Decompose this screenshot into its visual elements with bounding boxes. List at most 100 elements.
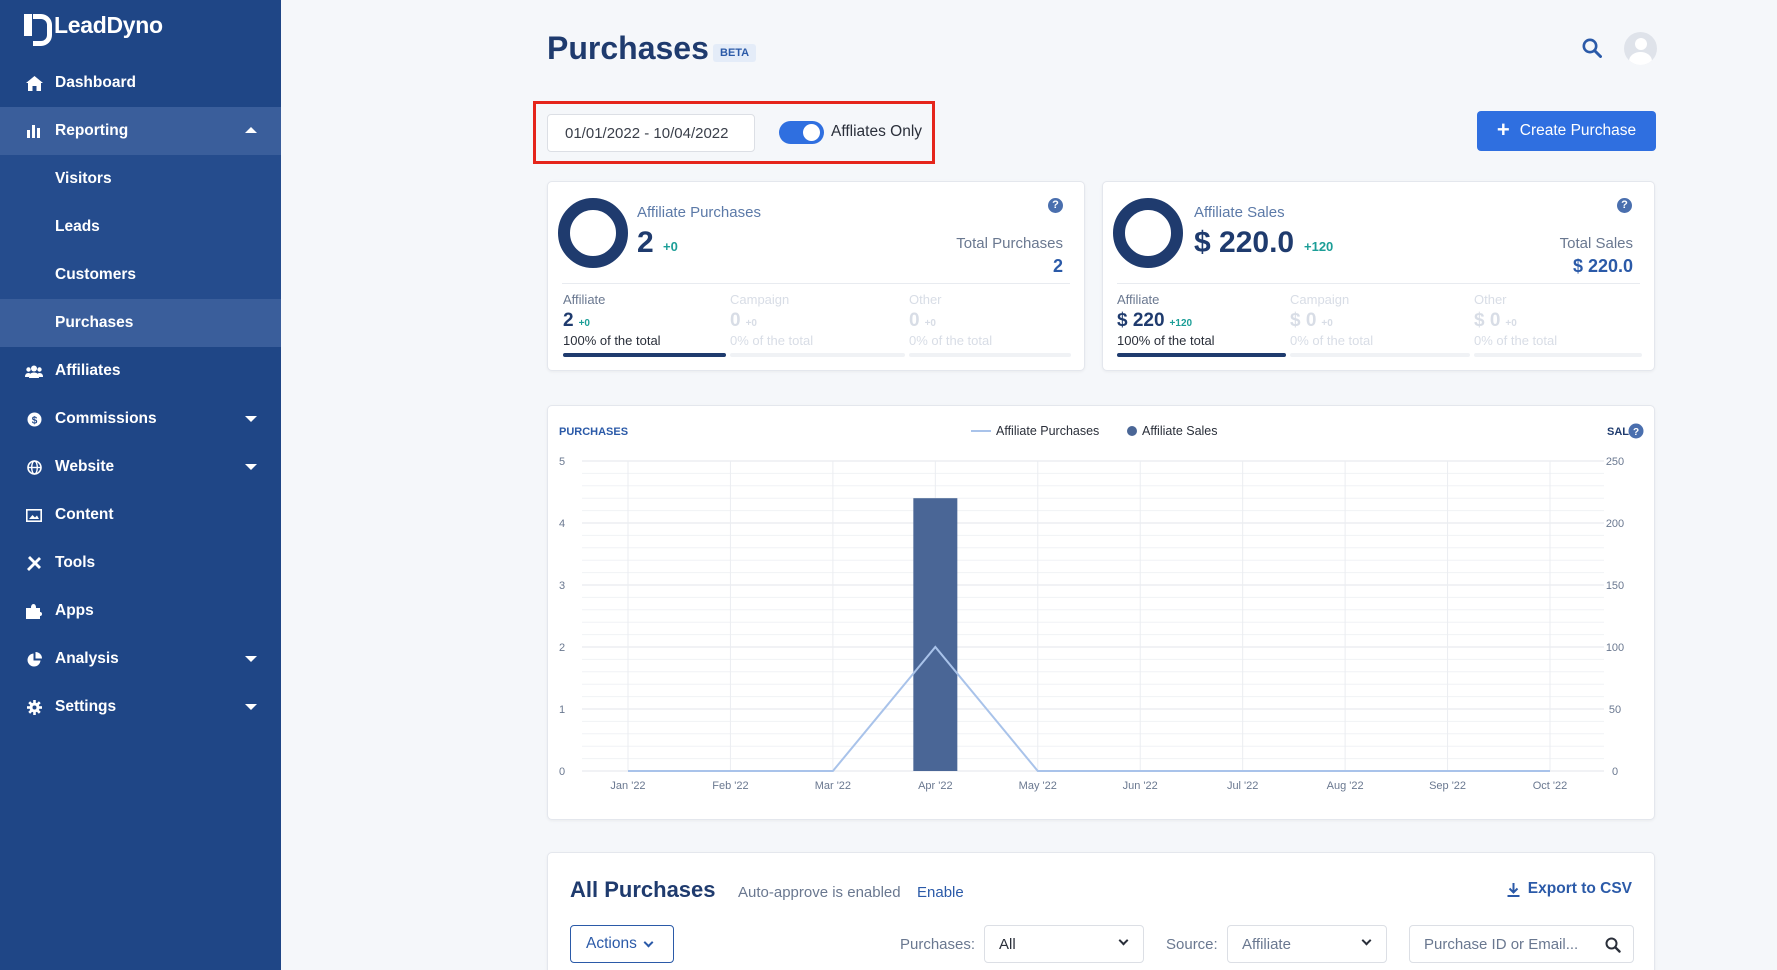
sidebar-item-label: Website xyxy=(55,458,115,475)
caret-down-icon xyxy=(245,464,257,470)
total-label: Total Purchases xyxy=(956,235,1063,252)
sidebar-item-label: Apps xyxy=(55,602,94,619)
x-tick-label: Feb '22 xyxy=(712,780,748,792)
help-icon[interactable]: ? xyxy=(1617,198,1632,213)
svg-text:?: ? xyxy=(1633,427,1639,438)
puzzle-icon xyxy=(24,601,44,621)
sidebar-item-leads[interactable]: Leads xyxy=(0,203,281,251)
sidebar-item-customers[interactable]: Customers xyxy=(0,251,281,299)
all-purchases-card: All Purchases Auto-approve is enabled En… xyxy=(547,852,1655,970)
affiliate-share-bar xyxy=(563,353,726,357)
bar-chart-icon xyxy=(24,121,44,141)
caret-down-icon xyxy=(245,704,257,710)
sidebar: LeadDyno Dashboard Reporting Visitors Le… xyxy=(0,0,281,970)
globe-icon xyxy=(24,457,44,477)
auto-approve-text: Auto-approve is enabled xyxy=(738,884,901,901)
breakdown-campaign: Campaign $ 0 +0 0% of the total xyxy=(1290,292,1374,348)
enable-link[interactable]: Enable xyxy=(917,884,964,901)
y-left-tick-label: 4 xyxy=(559,518,565,530)
legend-affiliate-purchases[interactable]: Affiliate Purchases xyxy=(996,424,1099,438)
sidebar-item-label: Dashboard xyxy=(55,74,136,91)
create-purchase-button[interactable]: + Create Purchase xyxy=(1477,111,1656,151)
campaign-share-bar xyxy=(1290,353,1470,357)
caret-down-icon xyxy=(245,416,257,422)
plus-icon: + xyxy=(1496,117,1510,142)
svg-text:$: $ xyxy=(31,415,37,426)
sidebar-item-label: Commissions xyxy=(55,410,157,427)
x-tick-label: Jan '22 xyxy=(610,780,645,792)
user-avatar-icon[interactable] xyxy=(1624,32,1657,65)
sidebar-item-label: Affiliates xyxy=(55,362,121,379)
stat-label: Affiliate Sales xyxy=(1194,204,1285,221)
breakdown-campaign: Campaign 0 +0 0% of the total xyxy=(730,292,814,348)
y-left-tick-label: 3 xyxy=(559,580,565,592)
x-tick-label: Jun '22 xyxy=(1123,780,1158,792)
purchases-filter-label: Purchases: xyxy=(900,936,976,953)
source-filter-select[interactable]: Affiliate xyxy=(1227,925,1387,963)
beta-badge: BETA xyxy=(713,44,757,62)
total-label: Total Sales xyxy=(1559,235,1633,252)
sidebar-item-apps[interactable]: Apps xyxy=(0,587,281,635)
affiliate-share-bar xyxy=(1117,353,1286,357)
image-icon xyxy=(24,505,44,525)
chart-help-icon[interactable]: ? xyxy=(1628,423,1644,439)
affiliates-only-label: Affliates Only xyxy=(831,123,923,140)
breakdown-other: Other $ 0 +0 0% of the total xyxy=(1474,292,1558,348)
sidebar-item-analysis[interactable]: Analysis xyxy=(0,635,281,683)
chevron-down-icon xyxy=(643,937,654,947)
sidebar-item-label: Leads xyxy=(55,218,100,235)
affiliates-only-toggle[interactable] xyxy=(779,121,824,144)
sidebar-item-label: Customers xyxy=(55,266,136,283)
stat-label: Affiliate Purchases xyxy=(637,204,761,221)
page-title: Purchases xyxy=(547,30,709,66)
affiliate-purchases-card: Affiliate Purchases 2 +0 ? Total Purchas… xyxy=(547,181,1085,371)
sidebar-item-label: Reporting xyxy=(55,122,129,139)
y-right-tick-label: 50 xyxy=(1609,704,1621,716)
purchase-search-input[interactable]: Purchase ID or Email... xyxy=(1409,925,1634,963)
x-tick-label: Aug '22 xyxy=(1327,780,1364,792)
stat-value: 2 xyxy=(637,226,654,259)
leaddyno-logo[interactable]: LeadDyno xyxy=(24,10,163,46)
purchases-chart: 012345050100150200250Jan '22 Feb '22 Mar '… xyxy=(559,423,1644,792)
x-tick-label: Apr '22 xyxy=(918,780,953,792)
section-title: All Purchases xyxy=(570,877,716,902)
x-tick-label: Jul '22 xyxy=(1227,780,1258,792)
sidebar-item-purchases[interactable]: Purchases xyxy=(0,299,281,347)
y-right-tick-label: 150 xyxy=(1606,580,1624,592)
y-right-tick-label: 100 xyxy=(1606,642,1624,654)
other-share-bar xyxy=(1474,353,1642,357)
sidebar-item-website[interactable]: Website xyxy=(0,443,281,491)
sidebar-item-settings[interactable]: Settings xyxy=(0,683,281,731)
help-icon[interactable]: ? xyxy=(1048,198,1063,213)
sidebar-item-reporting[interactable]: Reporting xyxy=(0,107,281,155)
source-filter-label: Source: xyxy=(1166,936,1218,953)
caret-up-icon xyxy=(245,127,257,133)
purchases-filter-select[interactable]: All xyxy=(984,925,1144,963)
sidebar-item-content[interactable]: Content xyxy=(0,491,281,539)
tools-icon xyxy=(24,553,44,573)
sidebar-item-label: Purchases xyxy=(55,314,134,331)
actions-dropdown[interactable]: Actions xyxy=(570,925,674,963)
x-tick-label: Mar '22 xyxy=(815,780,851,792)
divider xyxy=(562,283,1070,284)
sidebar-item-visitors[interactable]: Visitors xyxy=(0,155,281,203)
sidebar-item-dashboard[interactable]: Dashboard xyxy=(0,59,281,107)
stat-delta: +120 xyxy=(1304,239,1334,254)
export-csv-link[interactable]: Export to CSV xyxy=(1507,880,1632,898)
search-icon xyxy=(1605,937,1621,953)
campaign-share-bar xyxy=(730,353,905,357)
sidebar-item-label: Tools xyxy=(55,554,96,571)
legend-affiliate-sales[interactable]: Affiliate Sales xyxy=(1142,424,1218,438)
search-icon[interactable] xyxy=(1582,38,1602,58)
sidebar-item-affiliates[interactable]: Affiliates xyxy=(0,347,281,395)
sidebar-item-commissions[interactable]: $ Commissions xyxy=(0,395,281,443)
legend-bar-swatch xyxy=(1127,426,1137,436)
y-left-tick-label: 0 xyxy=(559,766,565,778)
gear-icon xyxy=(24,697,44,717)
caret-down-icon xyxy=(245,656,257,662)
purchases-donut xyxy=(558,198,628,268)
purchases-chart-card: 0 1 2 3 4 5 0 50 100 150 200 250 Jan '22 Feb '22 Mar '… xyxy=(547,405,1655,820)
sidebar-item-tools[interactable]: Tools xyxy=(0,539,281,587)
x-tick-label: Oct '22 xyxy=(1533,780,1568,792)
date-range-input[interactable]: 01/01/2022 - 10/04/2022 xyxy=(547,114,755,152)
